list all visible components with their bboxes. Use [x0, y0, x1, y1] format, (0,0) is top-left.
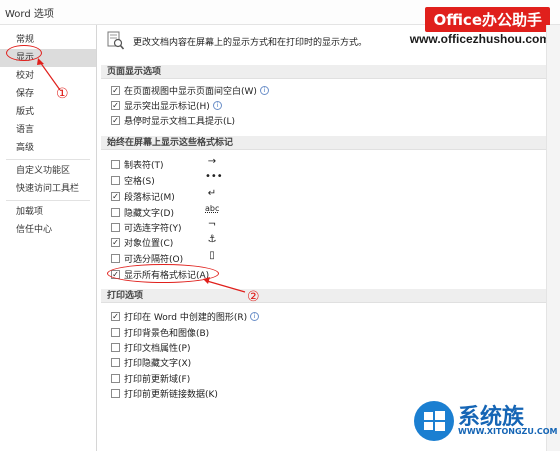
- window-title: Word 选项: [5, 9, 54, 20]
- option-optional-hyphens[interactable]: 可选连字符(Y): [111, 220, 182, 234]
- info-icon: i: [259, 85, 269, 95]
- checkbox-print-properties[interactable]: [111, 342, 120, 352]
- option-show-highlighter[interactable]: ✓ 显示突出显示标记(H) i: [111, 98, 222, 112]
- space-mark-icon: •••: [205, 171, 223, 182]
- option-object-anchors[interactable]: ✓ 对象位置(C): [111, 235, 173, 249]
- sidebar-item-trust-center[interactable]: 信任中心: [0, 221, 96, 239]
- option-label: 空格(S): [124, 176, 155, 187]
- section-formatting-marks: 始终在屏幕上显示这些格式标记: [101, 136, 546, 150]
- checkbox-spaces[interactable]: [111, 175, 120, 185]
- section-page-display: 页面显示选项: [101, 65, 546, 79]
- break-mark-icon: ▯: [209, 250, 215, 261]
- checkbox-update-fields[interactable]: [111, 373, 120, 383]
- checkbox-print-background[interactable]: [111, 327, 120, 337]
- option-label: 段落标记(M): [124, 192, 175, 203]
- windows-logo-icon: [414, 401, 454, 441]
- checkbox-whitespace[interactable]: ✓: [111, 85, 120, 95]
- option-label: 可选连字符(Y): [124, 223, 182, 234]
- option-label: 悬停时显示文档工具提示(L): [124, 116, 236, 127]
- checkbox-object-anchors[interactable]: ✓: [111, 237, 120, 247]
- option-show-tooltips[interactable]: ✓ 悬停时显示文档工具提示(L): [111, 113, 235, 127]
- sidebar-item-language[interactable]: 语言: [0, 121, 96, 139]
- checkbox-hidden-text[interactable]: [111, 207, 120, 217]
- checkbox-highlighter[interactable]: ✓: [111, 100, 120, 110]
- info-icon: i: [212, 100, 222, 110]
- checkbox-update-links[interactable]: [111, 388, 120, 398]
- option-print-hidden-text[interactable]: 打印隐藏文字(X): [111, 355, 191, 369]
- option-optional-breaks[interactable]: 可选分隔符(O): [111, 251, 183, 265]
- option-label: 隐藏文字(D): [124, 208, 174, 219]
- sidebar-item-customize-ribbon[interactable]: 自定义功能区: [0, 162, 96, 180]
- checkbox-tooltips[interactable]: ✓: [111, 115, 120, 125]
- option-label: 可选分隔符(O): [124, 254, 184, 265]
- tab-mark-icon: →: [207, 156, 217, 167]
- option-spaces[interactable]: 空格(S): [111, 173, 155, 187]
- info-icon: i: [250, 311, 260, 321]
- option-label: 打印在 Word 中创建的图形(R): [124, 312, 248, 323]
- xitongzu-logo: 系统族 WWW.XITONGZU.COM: [410, 397, 560, 451]
- hidden-text-icon: abc: [205, 204, 220, 213]
- annotation-circle-1: [6, 45, 42, 61]
- option-label: 打印前更新链接数据(K): [124, 389, 218, 400]
- sidebar-divider: [6, 200, 90, 201]
- option-label: 对象位置(C): [124, 238, 174, 249]
- annotation-step-2: ②: [247, 289, 260, 305]
- option-update-links[interactable]: 打印前更新链接数据(K): [111, 386, 218, 400]
- option-print-drawings[interactable]: ✓ 打印在 Word 中创建的图形(R) i: [111, 309, 260, 323]
- option-label: 打印前更新域(F): [124, 374, 191, 385]
- annotation-circle-2: [107, 264, 219, 283]
- checkbox-tabs[interactable]: [111, 159, 120, 169]
- logo-subtext: WWW.XITONGZU.COM: [458, 427, 558, 436]
- option-label: 打印文档属性(P): [124, 343, 191, 354]
- checkbox-paragraph-marks[interactable]: ✓: [111, 191, 120, 201]
- sidebar-item-quick-access[interactable]: 快速访问工具栏: [0, 180, 96, 198]
- section-print-options: 打印选项: [101, 289, 546, 303]
- sidebar-item-advanced[interactable]: 高级: [0, 139, 96, 157]
- option-label: 打印背景色和图像(B): [124, 328, 210, 339]
- option-tab-characters[interactable]: 制表符(T): [111, 157, 164, 171]
- option-show-whitespace[interactable]: ✓ 在页面视图中显示页面间空白(W) i: [111, 83, 269, 97]
- sidebar-item-proofing[interactable]: 校对: [0, 67, 96, 85]
- options-sidebar: 常规 显示 校对 保存 版式 语言 高级 自定义功能区 快速访问工具栏 加载项 …: [0, 25, 97, 451]
- paragraph-mark-icon: ↵: [207, 188, 217, 199]
- sidebar-item-layout[interactable]: 版式: [0, 103, 96, 121]
- checkbox-optional-hyphens[interactable]: [111, 222, 120, 232]
- option-hidden-text[interactable]: 隐藏文字(D): [111, 205, 174, 219]
- option-label: 显示突出显示标记(H): [124, 101, 210, 112]
- sidebar-divider: [6, 159, 90, 160]
- intro-text: 更改文档内容在屏幕上的显示方式和在打印时的显示方式。: [133, 38, 368, 48]
- display-options-panel: 更改文档内容在屏幕上的显示方式和在打印时的显示方式。 页面显示选项 ✓ 在页面视…: [97, 25, 546, 451]
- checkbox-print-drawings[interactable]: ✓: [111, 311, 120, 321]
- option-paragraph-marks[interactable]: ✓ 段落标记(M): [111, 189, 175, 203]
- annotation-step-1: ①: [56, 86, 69, 102]
- option-label: 制表符(T): [124, 160, 164, 171]
- display-magnifier-icon: [107, 31, 125, 50]
- option-label: 打印隐藏文字(X): [124, 358, 192, 369]
- sidebar-item-addins[interactable]: 加载项: [0, 203, 96, 221]
- option-label: 在页面视图中显示页面间空白(W): [124, 86, 257, 97]
- checkbox-print-hidden-text[interactable]: [111, 357, 120, 367]
- sidebar-item-save[interactable]: 保存: [0, 85, 96, 103]
- option-show-all-marks[interactable]: ✓ 显示所有格式标记(A): [107, 264, 219, 283]
- option-update-fields[interactable]: 打印前更新域(F): [111, 371, 190, 385]
- option-print-background[interactable]: 打印背景色和图像(B): [111, 325, 209, 339]
- anchor-icon: ⚓: [207, 234, 217, 245]
- scrollbar[interactable]: [546, 25, 560, 451]
- option-print-properties[interactable]: 打印文档属性(P): [111, 340, 190, 354]
- hyphen-mark-icon: ¬: [207, 219, 217, 230]
- checkbox-optional-breaks[interactable]: [111, 253, 120, 263]
